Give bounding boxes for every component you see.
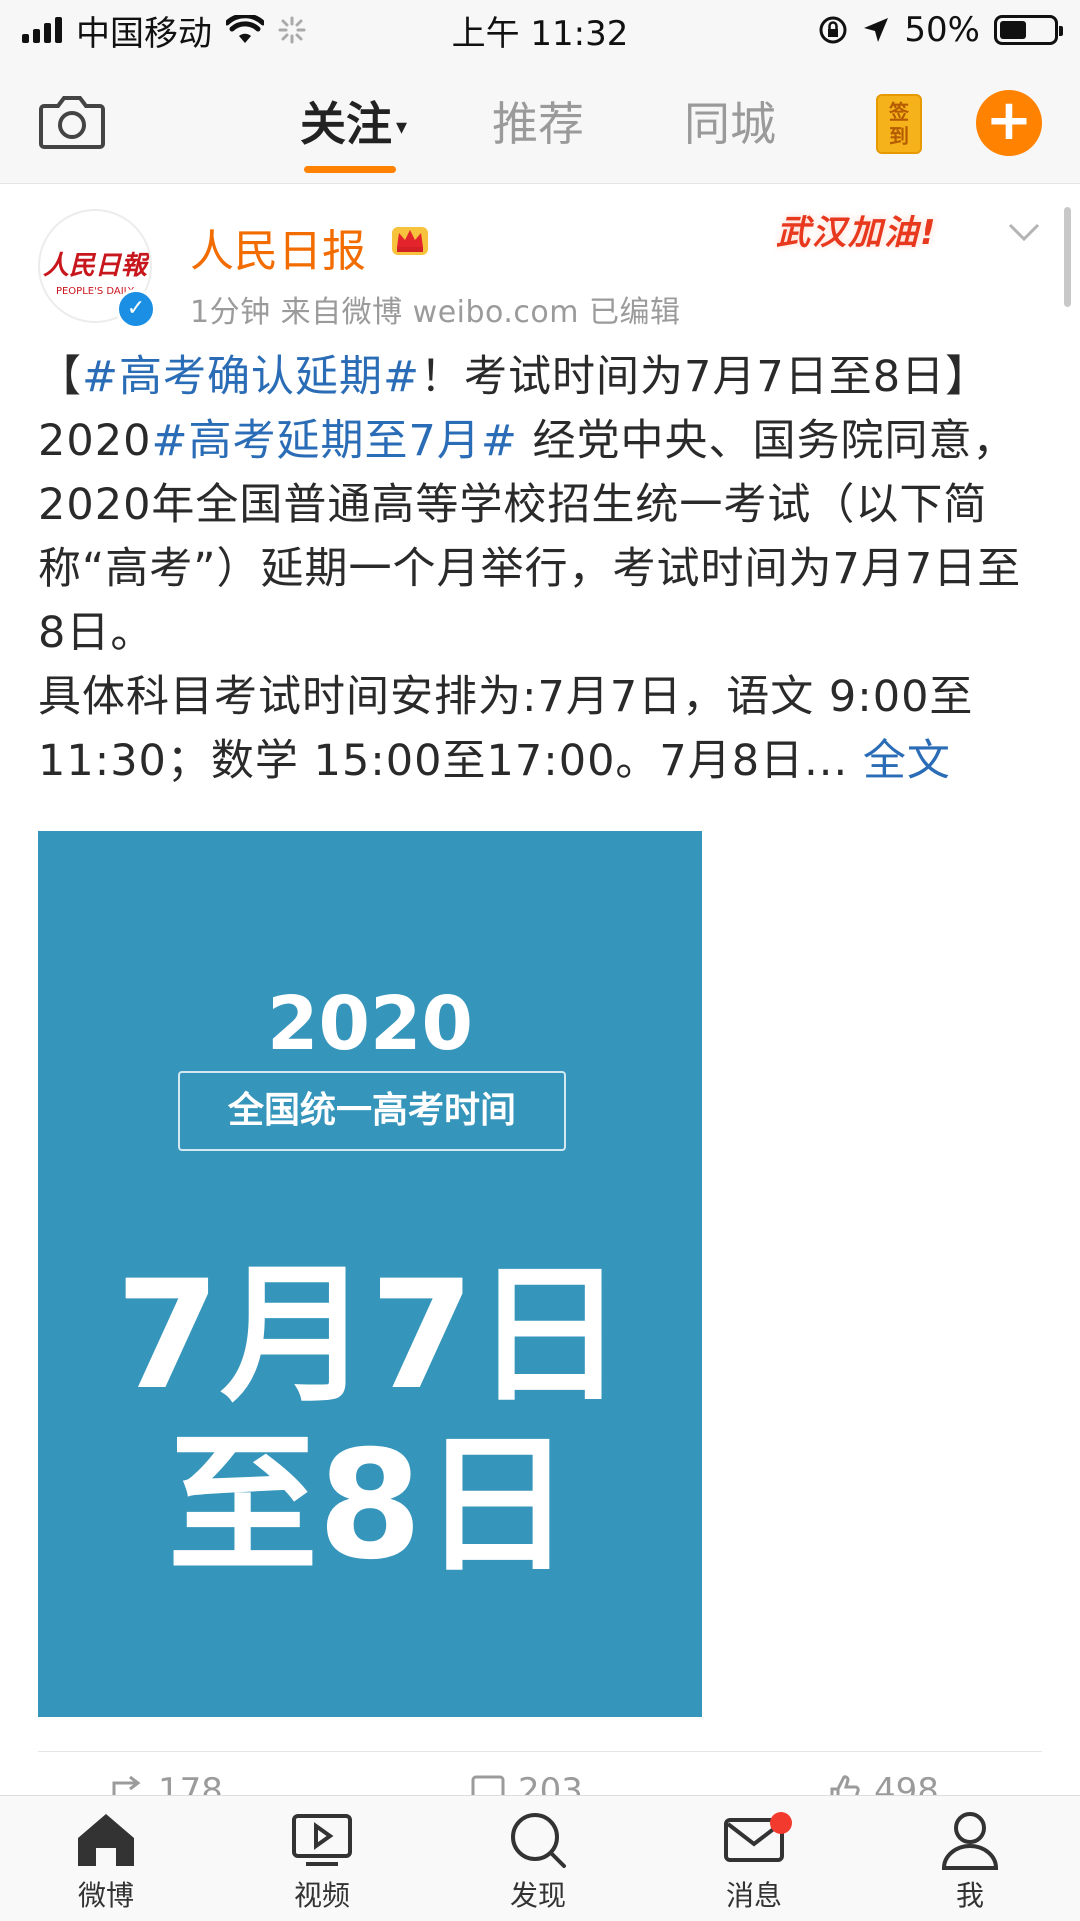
carrier-name: 中国移动 <box>76 13 212 54</box>
text-segment: 具体科目考试时间安排为:7月7日，语文 9:00至11:30；数学 15:00至… <box>38 672 974 786</box>
image-date-line2: 至8日 <box>167 1419 573 1593</box>
post-image[interactable]: 2020 全国统一高考时间 7月7日 至8日 <box>38 831 702 1717</box>
caret-down-icon: ▾ <box>396 115 408 140</box>
comment-icon <box>471 1775 505 1795</box>
comment-button[interactable]: 203 <box>470 1771 583 1795</box>
crown-vip-icon <box>392 227 428 255</box>
video-icon <box>292 1814 352 1866</box>
image-date-line1: 7月7日 <box>115 1249 625 1423</box>
tabbar-home[interactable]: 微博 <box>46 1810 166 1914</box>
tabbar-discover[interactable]: 发现 <box>478 1810 598 1914</box>
repost-icon <box>112 1775 141 1795</box>
tabbar-messages-label: 消息 <box>725 1879 782 1912</box>
tab-following-label: 关注 <box>300 97 392 151</box>
feed-tabs: 关注 ▾ 推荐 同城 <box>300 88 876 173</box>
scrollbar[interactable] <box>1064 207 1071 307</box>
tab-local-label: 同城 <box>684 97 776 151</box>
camera-icon[interactable] <box>38 92 106 150</box>
thumb-up-icon <box>830 1775 860 1795</box>
image-box-text: 全国统一高考时间 <box>178 1071 566 1151</box>
search-icon <box>511 1813 566 1868</box>
wifi-icon <box>226 15 264 43</box>
repost-count: 178 <box>158 1771 223 1795</box>
active-tab-indicator <box>304 166 396 173</box>
comment-count: 203 <box>518 1771 583 1795</box>
feed: 人民日報 PEOPLE'S DAILY ✓ 人民日报 1分钟 来自微博 weib… <box>0 185 1080 1795</box>
like-button[interactable]: 498 <box>826 1771 939 1795</box>
loading-spinner-icon <box>278 16 306 44</box>
location-arrow-icon <box>864 18 889 42</box>
status-bar: 中国移动 上午 11:32 50% <box>0 0 1080 60</box>
hashtag-link[interactable]: #高考确认延期# <box>82 352 420 402</box>
post-username[interactable]: 人民日报 <box>190 215 366 279</box>
status-left: 中国移动 <box>22 6 306 55</box>
repost-button[interactable]: 178 <box>110 1771 223 1795</box>
tab-following[interactable]: 关注 ▾ <box>300 88 492 173</box>
profile-icon <box>941 1812 999 1870</box>
tabbar-video-label: 视频 <box>293 1879 350 1912</box>
post-meta: 1分钟 来自微博 weibo.com 已编辑 <box>190 295 681 330</box>
like-count: 498 <box>874 1771 939 1795</box>
checkin-button[interactable]: 签到 <box>876 94 922 154</box>
signal-icon <box>22 17 62 43</box>
hashtag-link[interactable]: #高考延期至7月# <box>151 416 517 466</box>
home-icon <box>78 1814 134 1866</box>
tabbar-video[interactable]: 视频 <box>262 1810 382 1914</box>
wuhan-badge: 武汉加油! <box>776 213 938 253</box>
battery-percent: 50% <box>904 10 980 50</box>
tabbar-messages[interactable]: 消息 <box>694 1810 814 1914</box>
tabbar-me-label: 我 <box>955 1879 984 1912</box>
checkin-label: 签到 <box>889 100 909 148</box>
image-year: 2020 <box>267 981 473 1067</box>
tab-recommended[interactable]: 推荐 <box>492 88 684 158</box>
tab-recommended-label: 推荐 <box>492 97 584 151</box>
battery-fill <box>1000 21 1026 39</box>
notification-dot <box>770 1812 792 1834</box>
bottom-tab-bar: 微博 视频 发现 消息 我 <box>0 1795 1080 1921</box>
chevron-down-icon[interactable] <box>1004 211 1044 251</box>
verified-badge-icon: ✓ <box>116 289 156 329</box>
top-nav: 关注 ▾ 推荐 同城 签到 + <box>0 60 1080 184</box>
tabbar-me[interactable]: 我 <box>910 1810 1030 1914</box>
post-body: 【#高考确认延期#！考试时间为7月7日至8日】2020#高考延期至7月# 经党中… <box>38 345 1048 793</box>
post-actions: 178 203 498 <box>0 1771 1080 1795</box>
avatar-logo-cn: 人民日報 <box>42 251 147 281</box>
text-bracket-open: 【 <box>38 352 82 402</box>
status-right: 50% <box>818 10 1063 50</box>
tabbar-home-label: 微博 <box>77 1879 134 1912</box>
rotation-lock-icon <box>819 16 847 44</box>
read-more-link[interactable]: 全文 <box>863 736 951 786</box>
tabbar-discover-label: 发现 <box>509 1879 566 1912</box>
tab-local[interactable]: 同城 <box>684 88 876 158</box>
divider <box>38 1751 1042 1752</box>
compose-plus-button[interactable]: + <box>976 90 1042 156</box>
battery-icon <box>994 15 1063 45</box>
